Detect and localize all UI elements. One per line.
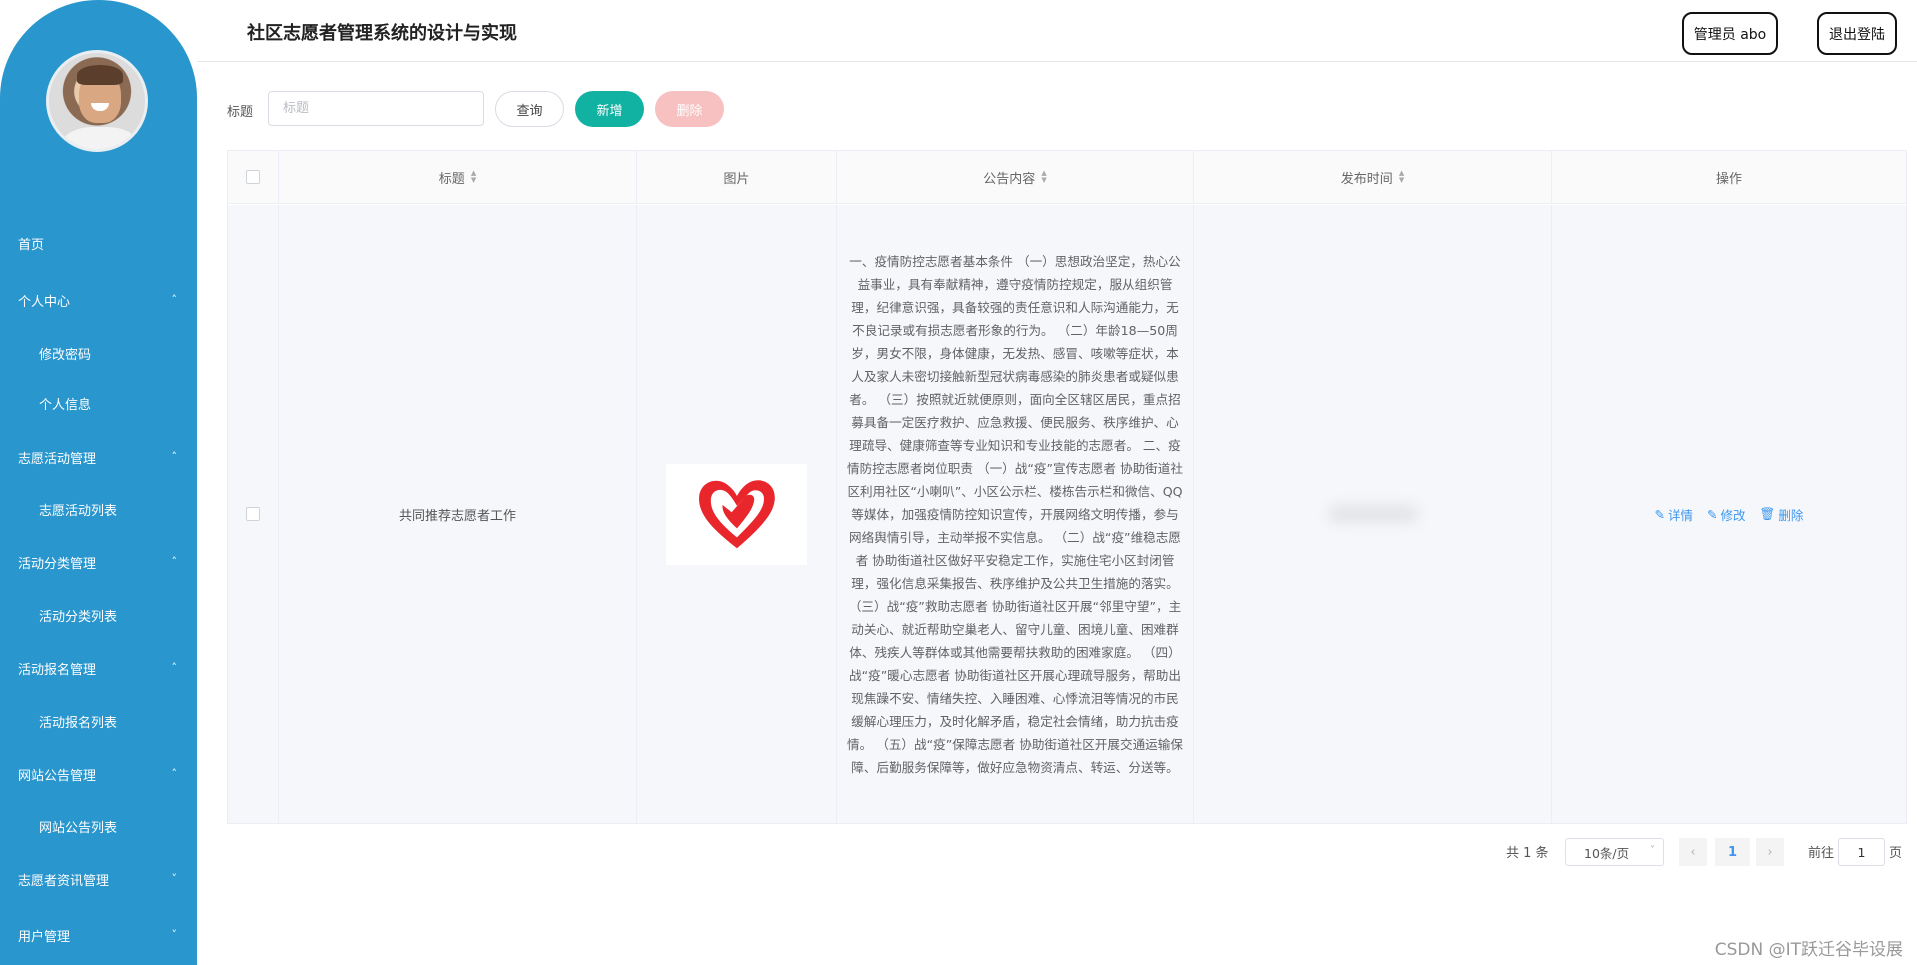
heart-hand-logo-icon[interactable] — [666, 463, 807, 565]
sidebar-item-activity-signup[interactable]: 活动报名管理 ˄ — [0, 648, 197, 688]
sidebar-item-label: 志愿者资讯管理 — [18, 873, 110, 889]
column-header-label: 公告内容 — [983, 171, 1036, 187]
chevron-down-icon: ˅ — [171, 872, 178, 885]
chevron-up-icon: ˄ — [171, 661, 178, 674]
admin-user-button[interactable]: 管理员 abo — [1682, 12, 1778, 55]
sidebar-item-activity-signup-list[interactable]: 活动报名列表 — [0, 701, 197, 741]
sidebar-item-activity-category[interactable]: 活动分类管理 ˄ — [0, 542, 197, 582]
page-suffix-label: 页 — [1889, 846, 1903, 861]
chevron-up-icon: ˄ — [171, 450, 178, 463]
edit-label: 修改 — [1720, 507, 1746, 523]
title-filter-label: 标题 — [227, 105, 254, 120]
edit-link[interactable]: ✎ 修改 — [1707, 505, 1746, 524]
sidebar-item-label: 活动分类列表 — [39, 609, 118, 625]
title-search-input[interactable] — [268, 91, 484, 126]
edit-pen-icon: ✎ — [1707, 506, 1718, 522]
sidebar-item-home[interactable]: 首页 — [0, 223, 197, 263]
avatar[interactable] — [46, 50, 148, 152]
next-page-button[interactable]: › — [1756, 838, 1784, 866]
chevron-up-icon: ˄ — [171, 767, 178, 780]
sidebar-item-label: 用户管理 — [18, 929, 71, 945]
column-header-label: 标题 — [438, 171, 465, 187]
trash-icon: 🗑 — [1759, 506, 1776, 521]
column-header-content[interactable]: 公告内容 ▲ ▼ — [837, 151, 1194, 204]
sidebar-item-volunteer-news[interactable]: 志愿者资讯管理 ˅ — [0, 859, 197, 899]
sidebar-item-label: 网站公告列表 — [39, 820, 118, 836]
sidebar-item-personal-center[interactable]: 个人中心 ˄ — [0, 280, 197, 320]
sidebar-item-label: 首页 — [18, 237, 45, 253]
column-header-actions: 操作 — [1552, 151, 1906, 204]
goto-label: 前往 — [1808, 846, 1835, 861]
query-button[interactable]: 查询 — [495, 91, 564, 127]
sidebar-item-label: 活动报名管理 — [18, 662, 97, 678]
sidebar-item-label: 个人中心 — [18, 294, 71, 310]
detail-label: 详情 — [1668, 507, 1694, 523]
notice-table: 标题 ▲ ▼ 图片 公告内容 ▲ ▼ 发布时间 ▲ ▼ 操作 共同推荐志愿者工作 一、疫情防… — [227, 150, 1907, 824]
sidebar-item-change-password[interactable]: 修改密码 — [0, 333, 197, 373]
logout-button[interactable]: 退出登陆 — [1817, 12, 1897, 55]
page-size-value: 10条/页 — [1584, 845, 1630, 861]
page-size-select[interactable]: 10条/页 ˅ — [1565, 838, 1664, 866]
sidebar-item-label: 修改密码 — [39, 347, 92, 363]
chevron-up-icon: ˄ — [171, 555, 178, 568]
watermark-text: CSDN @IT跃迁谷毕设展 — [1714, 940, 1903, 960]
edit-pen-icon: ✎ — [1654, 506, 1666, 522]
sidebar-item-volunteer-activity-list[interactable]: 志愿活动列表 — [0, 489, 197, 529]
image-cell — [637, 205, 837, 823]
sidebar-item-volunteer-activity[interactable]: 志愿活动管理 ˄ — [0, 437, 197, 477]
column-header-publish-time[interactable]: 发布时间 ▲ ▼ — [1194, 151, 1552, 204]
prev-page-button[interactable]: ‹ — [1679, 838, 1707, 866]
sidebar-item-site-notice-list[interactable]: 网站公告列表 — [0, 806, 197, 846]
blurred-value — [1327, 505, 1418, 523]
sidebar: 首页 个人中心 ˄ 修改密码 个人信息 志愿活动管理 ˄ 志愿活动列表 活动分类管理… — [0, 0, 197, 965]
row-select-cell — [228, 205, 279, 823]
sidebar-item-label: 活动报名列表 — [39, 715, 118, 731]
select-all-checkbox[interactable] — [246, 170, 260, 184]
delete-button[interactable]: 删除 — [655, 91, 724, 127]
column-header-label: 操作 — [1715, 171, 1742, 187]
page-title: 社区志愿者管理系统的设计与实现 — [247, 23, 517, 44]
select-all-cell — [228, 151, 279, 204]
sidebar-item-user-management[interactable]: 用户管理 ˅ — [0, 915, 197, 955]
chevron-up-icon: ˄ — [171, 293, 178, 306]
add-button[interactable]: 新增 — [575, 91, 644, 127]
chevron-down-icon: ˅ — [171, 928, 178, 941]
sidebar-item-personal-info[interactable]: 个人信息 — [0, 383, 197, 423]
header: 社区志愿者管理系统的设计与实现 管理员 abo 退出登陆 — [197, 0, 1917, 62]
delete-link[interactable]: 🗑 删除 — [1760, 505, 1804, 524]
row-checkbox[interactable] — [246, 507, 260, 521]
sidebar-item-label: 网站公告管理 — [18, 768, 97, 784]
sort-icon[interactable]: ▲ ▼ — [471, 170, 476, 184]
column-header-label: 图片 — [723, 171, 750, 187]
goto-page-input[interactable] — [1838, 838, 1885, 866]
table-row: 共同推荐志愿者工作 一、疫情防控志愿者基本条件 （一）思想政治坚定，热心公益事业… — [228, 205, 1906, 823]
notice-content-text: 一、疫情防控志愿者基本条件 （一）思想政治坚定，热心公益事业，具有奉献精神，遵守… — [847, 253, 1183, 775]
publish-time-cell — [1194, 205, 1552, 823]
chevron-down-icon: ˅ — [1650, 845, 1655, 856]
actions-cell: ✎ 详情 ✎ 修改 🗑 删除 — [1552, 205, 1906, 823]
pagination-total: 共 1 条 — [1506, 846, 1549, 861]
sidebar-item-activity-category-list[interactable]: 活动分类列表 — [0, 595, 197, 635]
sort-icon[interactable]: ▲ ▼ — [1399, 170, 1404, 184]
content-cell: 一、疫情防控志愿者基本条件 （一）思想政治坚定，热心公益事业，具有奉献精神，遵守… — [837, 205, 1194, 823]
sort-icon[interactable]: ▲ ▼ — [1041, 170, 1046, 184]
column-header-title[interactable]: 标题 ▲ ▼ — [279, 151, 637, 204]
detail-link[interactable]: ✎ 详情 — [1655, 505, 1694, 524]
title-cell: 共同推荐志愿者工作 — [279, 205, 637, 823]
sidebar-item-site-notice[interactable]: 网站公告管理 ˄ — [0, 754, 197, 794]
sidebar-item-label: 志愿活动列表 — [39, 503, 118, 519]
column-header-image: 图片 — [637, 151, 837, 204]
sidebar-item-label: 个人信息 — [39, 397, 92, 413]
column-header-label: 发布时间 — [1340, 171, 1393, 187]
sidebar-item-label: 活动分类管理 — [18, 556, 97, 572]
sidebar-item-label: 志愿活动管理 — [18, 451, 97, 467]
delete-label: 删除 — [1778, 507, 1804, 523]
page-number-current[interactable]: 1 — [1715, 838, 1750, 866]
